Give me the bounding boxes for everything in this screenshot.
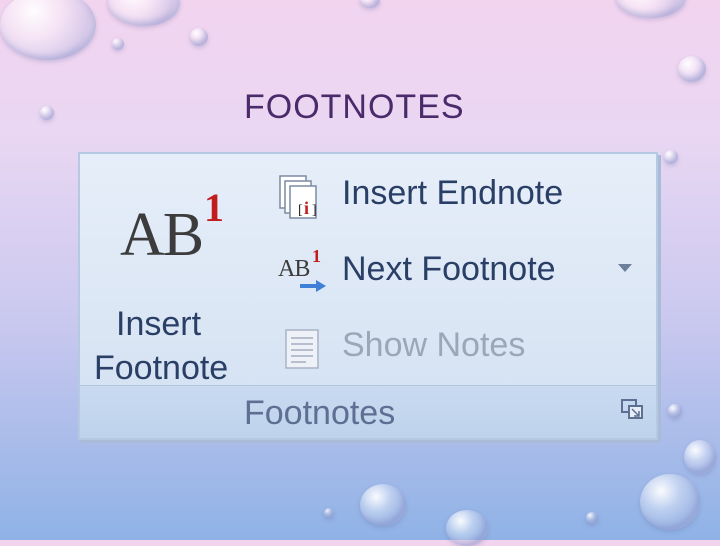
water-drop bbox=[0, 0, 96, 60]
footnotes-ribbon-group: AB 1 Insert Footnote [ ] i Insert Endnot… bbox=[78, 152, 658, 440]
endnote-pages-icon: [ ] i bbox=[278, 174, 326, 220]
insert-endnote-button[interactable]: [ ] i Insert Endnote bbox=[278, 166, 648, 226]
endnote-i-glyph: i bbox=[304, 198, 310, 218]
water-drop bbox=[616, 0, 686, 18]
show-notes-button[interactable]: Show Notes bbox=[278, 318, 648, 378]
show-notes-label: Show Notes bbox=[342, 326, 526, 364]
water-drop bbox=[324, 508, 334, 518]
next-footnote-icon: AB 1 bbox=[278, 246, 326, 296]
water-drop bbox=[640, 474, 700, 530]
arrow-right-icon bbox=[300, 280, 326, 292]
insert-footnote-label-line1: Insert bbox=[116, 305, 202, 343]
group-label: Footnotes bbox=[244, 394, 396, 432]
water-drop bbox=[40, 106, 54, 120]
dialog-launcher-icon[interactable] bbox=[620, 398, 644, 420]
slide-title: FOOTNOTES bbox=[244, 88, 465, 126]
svg-text:[: [ bbox=[298, 203, 303, 218]
svg-text:]: ] bbox=[312, 203, 317, 218]
insert-footnote-label: Insert Footnote bbox=[94, 302, 264, 390]
water-drop bbox=[678, 56, 706, 82]
insert-footnote-label-line2: Footnote bbox=[94, 349, 229, 387]
footnote-ab-icon: AB bbox=[120, 201, 204, 269]
water-drop bbox=[360, 0, 380, 8]
water-drop bbox=[446, 510, 488, 546]
water-drop bbox=[668, 404, 682, 418]
insert-footnote-button[interactable]: AB 1 Insert Footnote bbox=[86, 164, 266, 387]
show-notes-icon bbox=[278, 326, 326, 372]
next-footnote-sup-glyph: 1 bbox=[312, 246, 321, 266]
water-drop bbox=[108, 0, 180, 26]
next-footnote-dropdown-icon[interactable] bbox=[618, 264, 632, 272]
water-drop bbox=[684, 440, 716, 474]
water-drop bbox=[586, 512, 598, 524]
water-drop bbox=[360, 484, 406, 526]
next-footnote-label: Next Footnote bbox=[342, 250, 556, 288]
water-drop bbox=[112, 38, 124, 50]
water-drop bbox=[190, 28, 208, 46]
water-drop bbox=[664, 150, 678, 164]
next-footnote-button[interactable]: AB 1 Next Footnote bbox=[278, 242, 648, 302]
footnote-superscript-icon: 1 bbox=[204, 185, 224, 230]
insert-endnote-label: Insert Endnote bbox=[342, 174, 564, 212]
group-footer: Footnotes bbox=[80, 385, 656, 438]
